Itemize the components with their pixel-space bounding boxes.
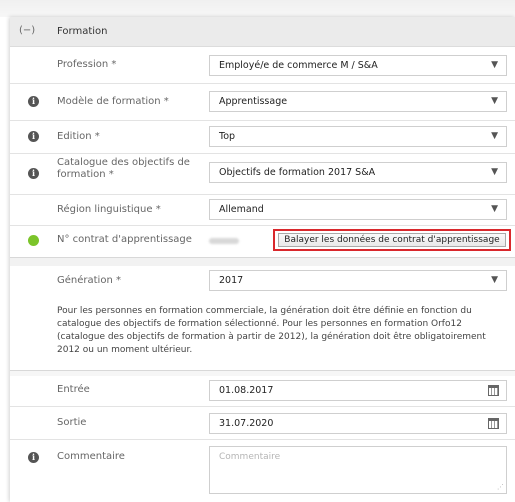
resize-handle-icon[interactable]: ⋰ (497, 483, 504, 491)
modele-value: Apprentissage (219, 96, 288, 107)
contrat-label: N° contrat d'apprentissage (57, 234, 192, 245)
row-generation: Génération * 2017 ▼ (10, 266, 515, 296)
modele-select[interactable]: Apprentissage ▼ (209, 91, 507, 112)
row-region: Région linguistique * Allemand ▼ (10, 195, 515, 226)
region-label: Région linguistique * (57, 204, 161, 215)
commentaire-placeholder: Commentaire (219, 452, 281, 462)
top-shade (0, 0, 515, 17)
region-value: Allemand (219, 204, 264, 215)
row-entree: Entrée 01.08.2017 (10, 376, 515, 407)
entree-date-input[interactable]: 01.08.2017 (209, 380, 507, 401)
section-divider (10, 257, 515, 266)
chevron-down-icon: ▼ (491, 275, 498, 285)
calendar-icon[interactable] (488, 418, 499, 429)
generation-help-text: Pour les personnes en formation commerci… (57, 306, 486, 355)
chevron-down-icon: ▼ (491, 204, 498, 214)
profession-select[interactable]: Employé/e de commerce M / S&A ▼ (209, 55, 507, 76)
modele-label: Modèle de formation * (57, 96, 169, 107)
formation-panel: (−) Formation Profession * Employé/e de … (10, 17, 515, 502)
chevron-down-icon: ▼ (491, 60, 498, 70)
chevron-down-icon: ▼ (491, 96, 498, 106)
info-icon[interactable]: i (28, 131, 39, 142)
generation-select[interactable]: 2017 ▼ (209, 270, 507, 291)
info-icon[interactable]: i (28, 96, 39, 107)
row-catalogue: i Catalogue des objectifs de formation *… (10, 154, 515, 195)
sortie-value: 31.07.2020 (219, 418, 274, 429)
edition-select[interactable]: Top ▼ (209, 126, 507, 147)
row-contrat: N° contrat d'apprentissage Balayer les d… (10, 226, 515, 256)
contract-number-redacted (209, 238, 239, 244)
catalogue-value: Objectifs de formation 2017 S&A (219, 167, 376, 178)
generation-value: 2017 (219, 275, 244, 286)
catalogue-select[interactable]: Objectifs de formation 2017 S&A ▼ (209, 162, 507, 183)
info-icon[interactable]: i (28, 452, 39, 463)
row-modele: i Modèle de formation * Apprentissage ▼ (10, 84, 515, 121)
status-dot (28, 235, 39, 246)
row-edition: i Edition * Top ▼ (10, 121, 515, 154)
section-header[interactable]: (−) Formation (10, 17, 515, 47)
row-commentaire: i Commentaire Commentaire ⋰ (10, 440, 515, 502)
region-select[interactable]: Allemand ▼ (209, 199, 507, 220)
profession-label: Profession * (57, 59, 117, 70)
row-sortie: Sortie 31.07.2020 (10, 407, 515, 440)
calendar-icon[interactable] (488, 385, 499, 396)
sortie-label: Sortie (57, 417, 87, 428)
chevron-down-icon: ▼ (491, 131, 498, 141)
catalogue-label: Catalogue des objectifs de formation * (57, 157, 190, 180)
scan-contract-button[interactable]: Balayer les données de contrat d'apprent… (273, 229, 511, 251)
section-title: Formation (57, 26, 108, 37)
commentaire-label: Commentaire (57, 451, 125, 462)
chevron-down-icon: ▼ (491, 167, 498, 177)
entree-value: 01.08.2017 (219, 385, 274, 396)
sortie-date-input[interactable]: 31.07.2020 (209, 413, 507, 434)
profession-value: Employé/e de commerce M / S&A (219, 60, 378, 71)
edition-value: Top (219, 131, 236, 142)
info-icon[interactable]: i (28, 168, 39, 179)
entree-label: Entrée (57, 384, 90, 395)
generation-label: Génération * (57, 275, 121, 286)
edition-label: Edition * (57, 131, 100, 142)
scan-contract-button-label: Balayer les données de contrat d'apprent… (278, 233, 506, 247)
commentaire-textarea[interactable]: Commentaire ⋰ (209, 446, 507, 494)
collapse-icon[interactable]: (−) (19, 25, 35, 36)
row-profession: Profession * Employé/e de commerce M / S… (10, 47, 515, 84)
